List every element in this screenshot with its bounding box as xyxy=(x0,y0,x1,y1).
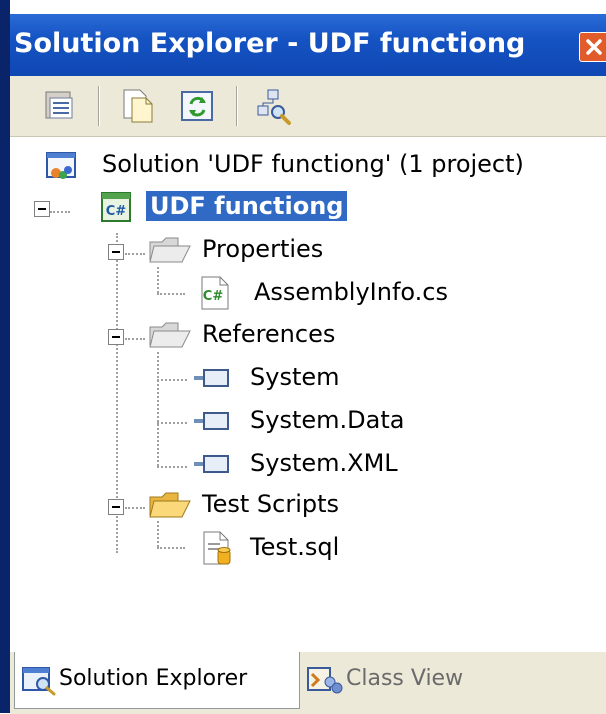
class-view-icon xyxy=(307,667,343,694)
folder-open-icon xyxy=(149,237,191,263)
sql-file-icon xyxy=(203,531,231,565)
tab-class-view[interactable]: Class View xyxy=(302,652,552,708)
refresh-icon xyxy=(181,91,213,121)
properties-button[interactable] xyxy=(40,86,80,126)
tab-strip: Solution Explorer Class View xyxy=(10,651,606,714)
tree-item-label: UDF functiong xyxy=(146,191,348,221)
solution-explorer-window: Solution Explorer - UDF functiong Soluti… xyxy=(0,0,606,714)
collapse-toggle[interactable] xyxy=(108,329,124,345)
reference-icon xyxy=(194,412,229,430)
tree-item-label: System xyxy=(250,363,340,391)
csharp-project-icon: C# xyxy=(101,192,131,222)
show-all-files-icon xyxy=(123,89,153,123)
svg-text:C#: C# xyxy=(203,289,224,304)
collapse-toggle[interactable] xyxy=(108,499,124,515)
folder-open-icon xyxy=(149,322,191,348)
tree-item-solution[interactable]: Solution 'UDF functiong' (1 project) xyxy=(10,145,606,185)
class-diagram-icon xyxy=(257,89,291,125)
toolbar-separator xyxy=(98,86,100,126)
tree-item-label: AssemblyInfo.cs xyxy=(254,278,449,306)
tree-item-properties[interactable]: Properties xyxy=(10,230,606,270)
tree-item-label: Solution 'UDF functiong' (1 project) xyxy=(102,150,524,178)
tree-item-label: References xyxy=(202,320,336,348)
tree-item-label: Test Scripts xyxy=(202,490,340,518)
collapse-toggle[interactable] xyxy=(34,201,50,217)
tree-item-label: System.XML xyxy=(250,449,398,477)
window-border xyxy=(0,0,10,713)
title-bar[interactable]: Solution Explorer - UDF functiong xyxy=(10,14,606,76)
solution-explorer-icon xyxy=(22,667,56,696)
tree-item-test-scripts[interactable]: Test Scripts xyxy=(10,485,606,525)
tree-item-project[interactable]: C# UDF functiong xyxy=(10,187,606,227)
show-all-files-button[interactable] xyxy=(118,86,158,126)
tree-item-label: Test.sql xyxy=(250,533,340,561)
toolbar-separator xyxy=(236,86,238,126)
csharp-file-icon: C# xyxy=(201,276,229,310)
refresh-button[interactable] xyxy=(178,86,218,126)
svg-text:C#: C# xyxy=(106,204,127,219)
reference-icon xyxy=(194,369,229,387)
tree-item-assemblyinfo[interactable]: C# AssemblyInfo.cs xyxy=(10,273,606,313)
tree-item-label: Properties xyxy=(202,235,324,263)
properties-icon xyxy=(45,91,73,119)
close-icon xyxy=(586,39,602,55)
solution-icon xyxy=(46,152,76,179)
tree-item-label: System.Data xyxy=(250,406,405,434)
class-diagram-button[interactable] xyxy=(254,86,294,126)
tree-item-reference[interactable]: System xyxy=(10,358,606,398)
toolbar xyxy=(10,76,606,137)
tree-item-reference[interactable]: System.XML xyxy=(10,444,606,484)
tab-label: Solution Explorer xyxy=(59,666,248,691)
reference-icon xyxy=(194,455,229,473)
tab-label: Class View xyxy=(346,666,464,691)
collapse-toggle[interactable] xyxy=(108,244,124,260)
tree-item-test-sql[interactable]: Test.sql xyxy=(10,528,606,568)
tree-item-reference[interactable]: System.Data xyxy=(10,401,606,441)
folder-open-icon xyxy=(149,492,191,518)
window-title: Solution Explorer - UDF functiong xyxy=(14,28,526,59)
close-button[interactable] xyxy=(579,32,606,62)
tab-solution-explorer[interactable]: Solution Explorer xyxy=(14,652,300,709)
solution-tree: Solution 'UDF functiong' (1 project) C# … xyxy=(10,137,606,651)
tree-item-references[interactable]: References xyxy=(10,315,606,355)
